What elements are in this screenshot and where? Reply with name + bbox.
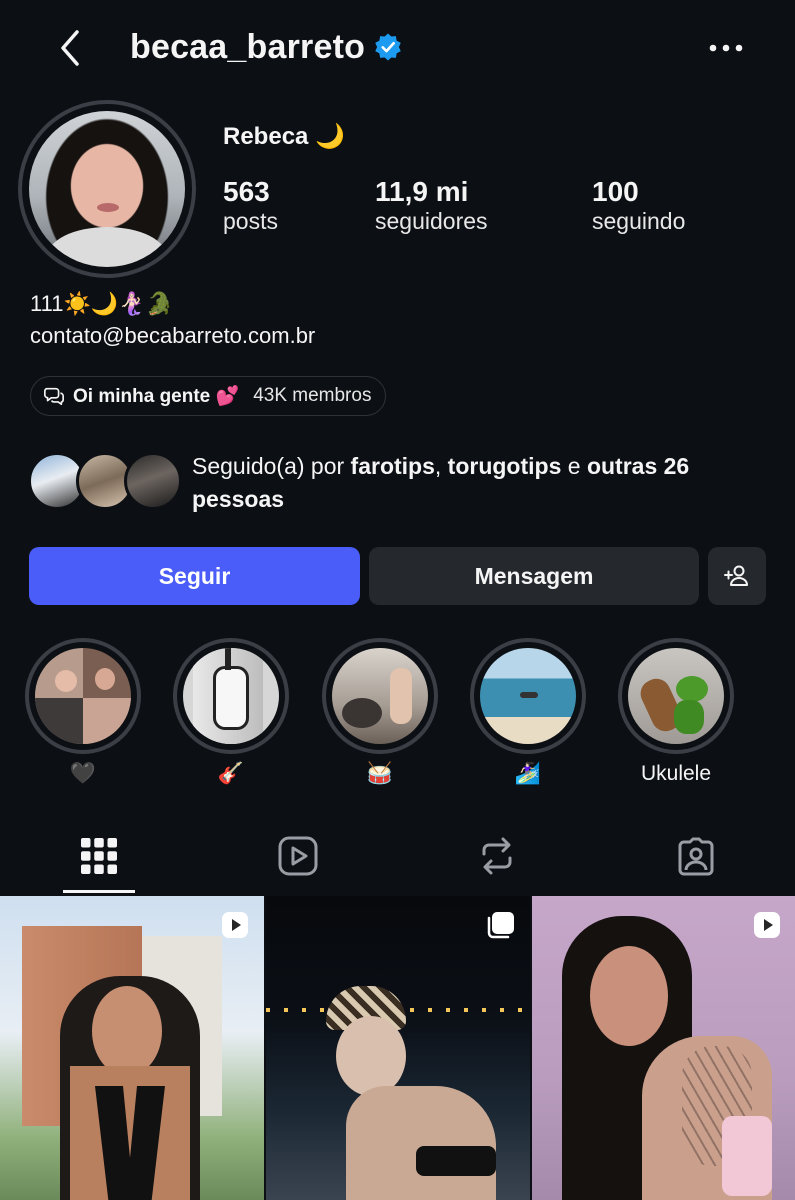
message-button[interactable]: Mensagem	[369, 547, 699, 605]
mutual-user: farotips	[350, 453, 435, 479]
community-chip[interactable]: Oi minha gente 💕 43K membros	[30, 376, 387, 416]
post-type-badge	[220, 910, 250, 940]
post-type-badge	[752, 910, 782, 940]
suggest-accounts-button[interactable]	[708, 547, 766, 605]
avatar	[124, 452, 182, 510]
reels-icon	[278, 836, 318, 876]
mutual-user: torugotips	[447, 453, 562, 479]
display-name: Rebeca 🌙	[223, 123, 345, 150]
highlight-item[interactable]: Ukulele	[618, 638, 734, 788]
post-thumbnail[interactable]	[266, 896, 530, 1200]
conjunction: e	[561, 453, 587, 479]
post-thumbnail[interactable]	[532, 896, 795, 1200]
highlight-item[interactable]: 🖤	[25, 638, 141, 788]
tab-posts-grid[interactable]	[63, 826, 135, 886]
highlight-cover	[628, 648, 724, 744]
post-thumbnail[interactable]	[0, 896, 264, 1200]
highlight-cover	[332, 648, 428, 744]
stat-following[interactable]: 100 seguindo	[592, 176, 685, 235]
more-options-button[interactable]	[700, 30, 752, 66]
follow-button[interactable]: Seguir	[29, 547, 360, 605]
highlight-item[interactable]: 🥁	[322, 638, 438, 788]
stat-posts[interactable]: 563 posts	[223, 176, 278, 235]
profile-avatar[interactable]	[18, 100, 196, 278]
following-count: 100	[592, 176, 639, 207]
posts-count: 563	[223, 176, 270, 207]
more-horizontal-icon	[709, 44, 743, 52]
avatar-image	[29, 111, 185, 267]
active-tab-indicator	[63, 890, 135, 893]
chat-bubbles-icon	[44, 387, 64, 406]
tab-reels[interactable]	[262, 826, 334, 886]
separator: ,	[434, 453, 448, 479]
mutual-followers-avatars[interactable]	[28, 452, 182, 514]
post-type-badge	[486, 910, 516, 940]
highlight-cover	[183, 648, 279, 744]
highlight-label: 🎸	[217, 762, 245, 785]
followers-label: seguidores	[375, 208, 488, 234]
bio: 111☀️🌙🧜🏻‍♀️🐊 contato@becabarreto.com.br	[30, 288, 315, 352]
highlight-label: 🥁	[366, 762, 394, 785]
followers-count: 11,9 mi	[375, 176, 469, 207]
highlight-item[interactable]: 🎸	[173, 638, 289, 788]
followed-by-prefix: Seguido(a) por	[192, 453, 351, 479]
add-person-icon	[724, 565, 748, 586]
highlight-label: 🏄🏻‍♀️	[514, 762, 542, 785]
following-label: seguindo	[592, 208, 686, 234]
chevron-left-icon	[61, 30, 79, 66]
stat-followers[interactable]: 11,9 mi seguidores	[375, 176, 488, 235]
followed-by-text[interactable]: Seguido(a) por farotips, torugotips e ou…	[192, 450, 772, 516]
community-members: 43K membros	[253, 385, 372, 406]
profile-header: becaa_barreto	[130, 22, 403, 72]
reposts-icon	[482, 837, 512, 875]
carousel-icon	[487, 912, 514, 939]
reel-icon	[754, 912, 780, 938]
username: becaa_barreto	[130, 27, 366, 66]
community-name: Oi minha gente 💕	[73, 386, 240, 407]
verified-badge-icon	[375, 33, 401, 61]
highlight-label: Ukulele	[640, 762, 712, 785]
highlight-label: 🖤	[69, 762, 97, 785]
highlight-cover	[480, 648, 576, 744]
tagged-icon	[678, 837, 714, 876]
back-button[interactable]	[50, 26, 90, 70]
tab-reposts[interactable]	[461, 826, 533, 886]
posts-label: posts	[223, 208, 278, 234]
bio-email[interactable]: contato@becabarreto.com.br	[30, 320, 315, 352]
grid-icon	[81, 838, 117, 874]
tab-tagged[interactable]	[660, 826, 732, 886]
highlight-item[interactable]: 🏄🏻‍♀️	[470, 638, 586, 788]
bio-line: 111☀️🌙🧜🏻‍♀️🐊	[30, 291, 174, 316]
reel-icon	[222, 912, 248, 938]
highlight-cover	[35, 648, 131, 744]
